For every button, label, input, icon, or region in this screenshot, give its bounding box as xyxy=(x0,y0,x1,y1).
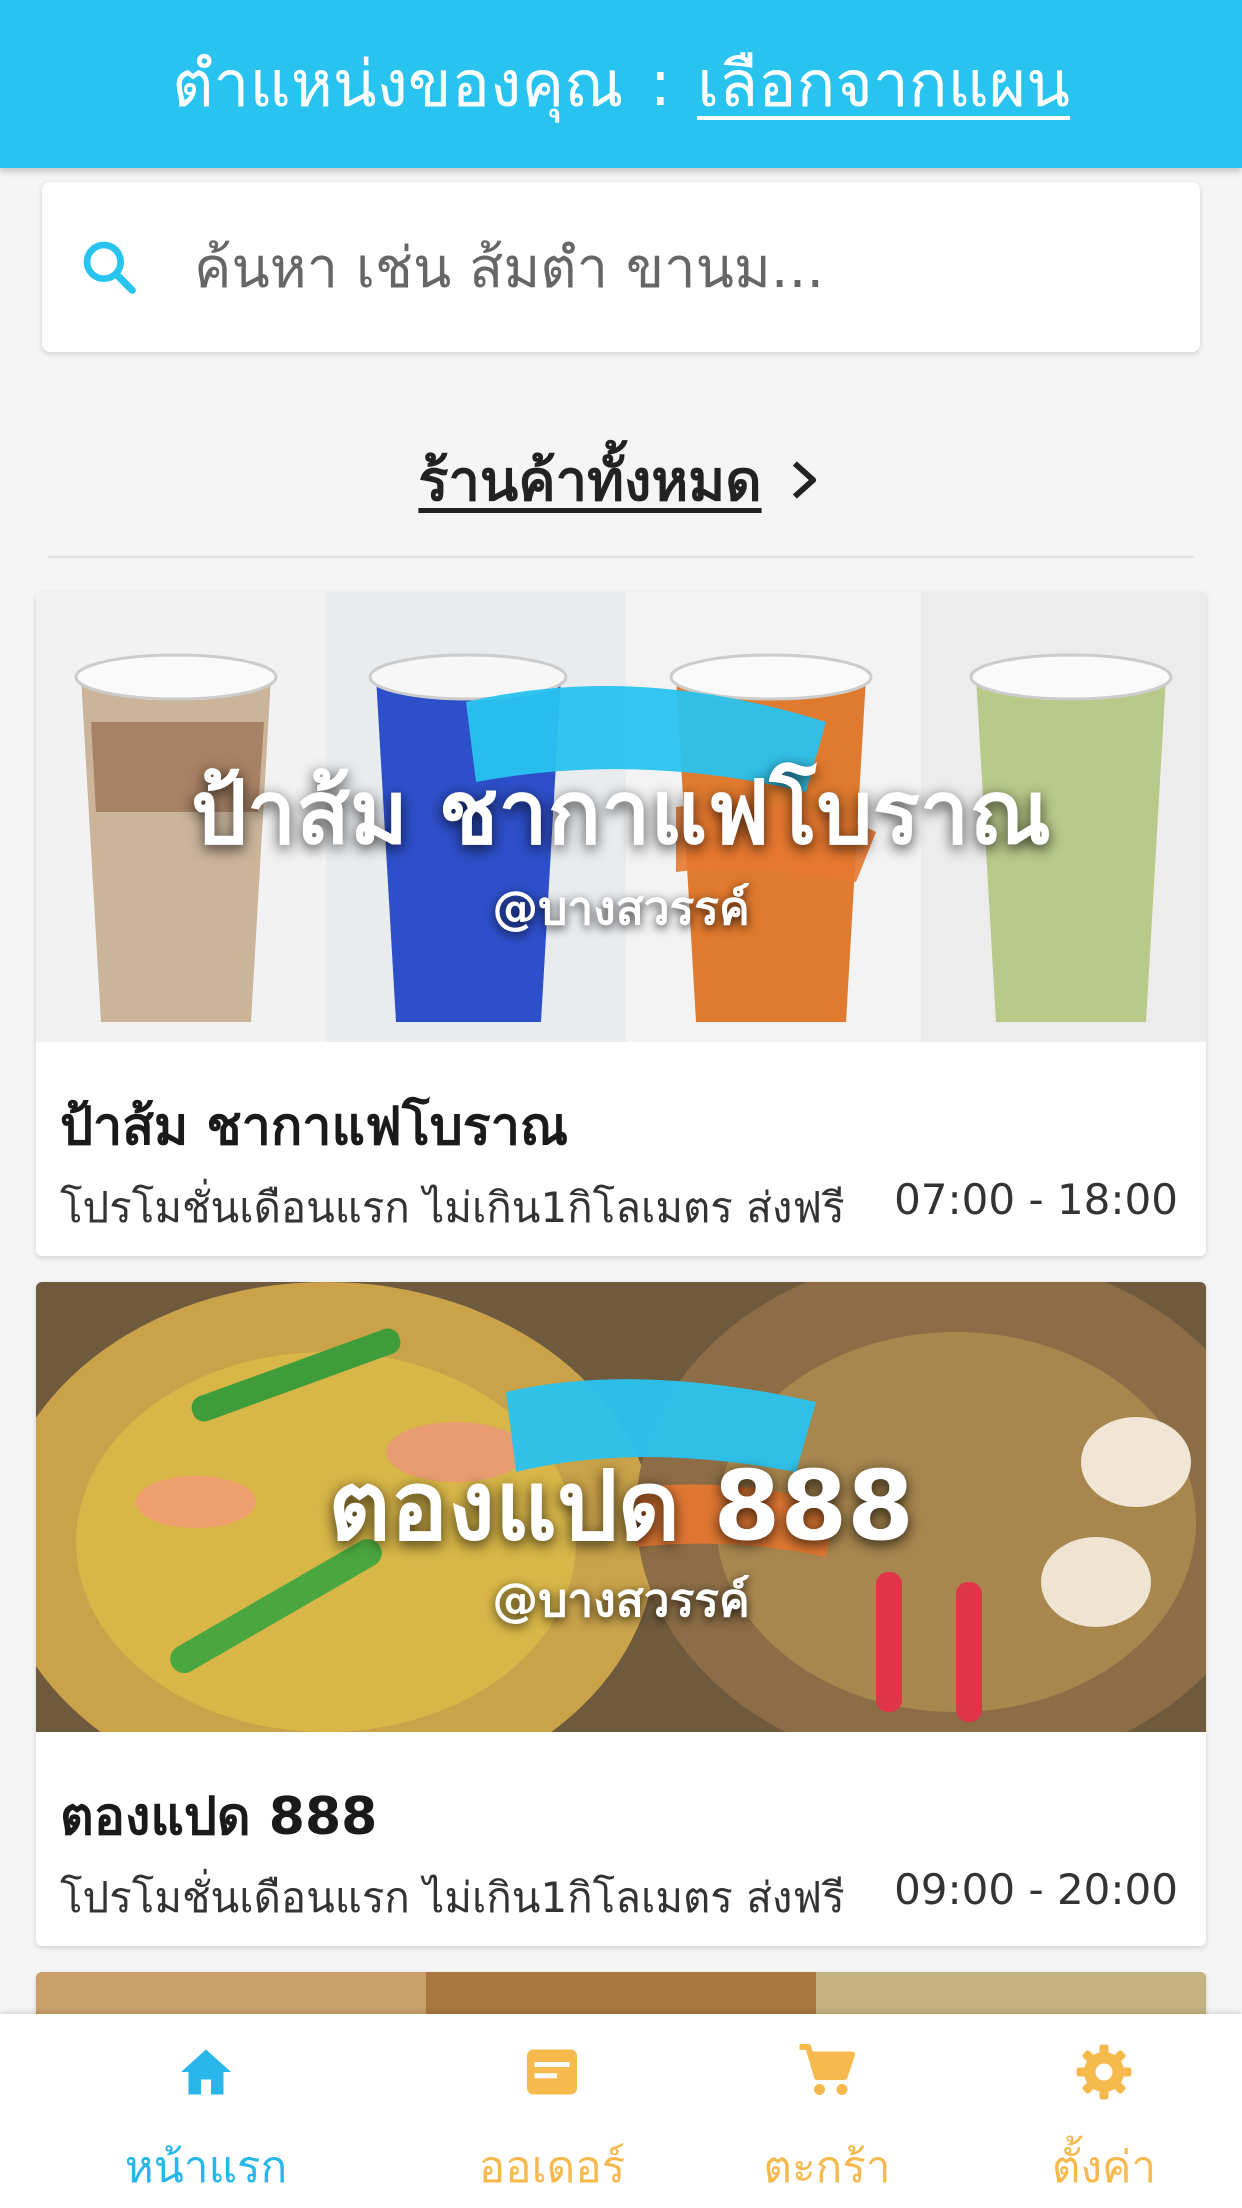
all-stores-label: ร้านค้าทั้งหมด xyxy=(418,448,762,514)
store-name: ป้าส้ม ชากาแฟโบราณ xyxy=(60,1097,569,1157)
location-separator: : xyxy=(649,47,672,121)
order-icon xyxy=(527,2049,577,2095)
choose-from-map-link[interactable]: เลือกจากแผน xyxy=(697,33,1070,135)
nav-tab-cart[interactable]: ตะกร้า xyxy=(727,2014,927,2208)
cart-icon xyxy=(799,2044,855,2095)
search-icon xyxy=(83,241,136,294)
bottom-navigation: หน้าแรก ออเดอร์ ตะกร้า ตั้งค่า xyxy=(0,2014,1242,2208)
store-name: ตองแปด 888 xyxy=(60,1787,378,1847)
store-hours: 07:00 - 18:00 xyxy=(894,1175,1178,1224)
store-banner-image: ป้าส้ม ชากาแฟโบราณ @บางสวรรค์ xyxy=(36,592,1206,1042)
store-banner-image: ตองแปด 888 @บางสวรรค์ xyxy=(36,1282,1206,1732)
nav-label-orders: ออเดอร์ xyxy=(478,2142,626,2193)
store-hours: 09:00 - 20:00 xyxy=(894,1865,1178,1914)
store-banner-subtitle: @บางสวรรค์ xyxy=(492,1573,750,1627)
nav-tab-home[interactable]: หน้าแรก xyxy=(106,2014,306,2208)
location-label: ตำแหน่งของคุณ xyxy=(171,48,624,122)
store-banner-title: ป้าส้ม ชากาแฟโบราณ xyxy=(191,761,1051,864)
nav-tab-orders[interactable]: ออเดอร์ xyxy=(452,2014,652,2208)
search-bar[interactable]: ค้นหา เช่น ส้มตำ ขานม... xyxy=(42,182,1200,352)
all-stores-link[interactable]: ร้านค้าทั้งหมด xyxy=(0,440,1242,520)
store-banner-title: ตองแปด 888 xyxy=(328,1450,914,1562)
nav-tab-settings[interactable]: ตั้งค่า xyxy=(1004,2014,1204,2208)
chevron-right-icon xyxy=(792,461,816,499)
search-placeholder: ค้นหา เช่น ส้มตำ ขานม... xyxy=(194,235,825,301)
store-promo: โปรโมชั่นเดือนแรก ไม่เกิน1กิโลเมตร ส่งฟร… xyxy=(60,1873,845,1922)
nav-label-home: หน้าแรก xyxy=(124,2142,288,2193)
location-header: ตำแหน่งของคุณ : เลือกจากแผน xyxy=(0,0,1242,168)
store-card[interactable]: ป้าส้ม ชากาแฟโบราณ @บางสวรรค์ ป้าส้ม ชาก… xyxy=(36,592,1206,1256)
store-banner-subtitle: @บางสวรรค์ xyxy=(492,881,750,935)
store-card[interactable]: ตองแปด 888 @บางสวรรค์ ตองแปด 888 โปรโมชั… xyxy=(36,1282,1206,1946)
store-promo: โปรโมชั่นเดือนแรก ไม่เกิน1กิโลเมตร ส่งฟร… xyxy=(60,1183,845,1232)
home-icon xyxy=(181,2049,231,2095)
nav-label-cart: ตะกร้า xyxy=(763,2142,891,2193)
nav-label-settings: ตั้งค่า xyxy=(1051,2142,1157,2193)
gear-icon xyxy=(1076,2044,1132,2100)
divider xyxy=(48,556,1194,558)
